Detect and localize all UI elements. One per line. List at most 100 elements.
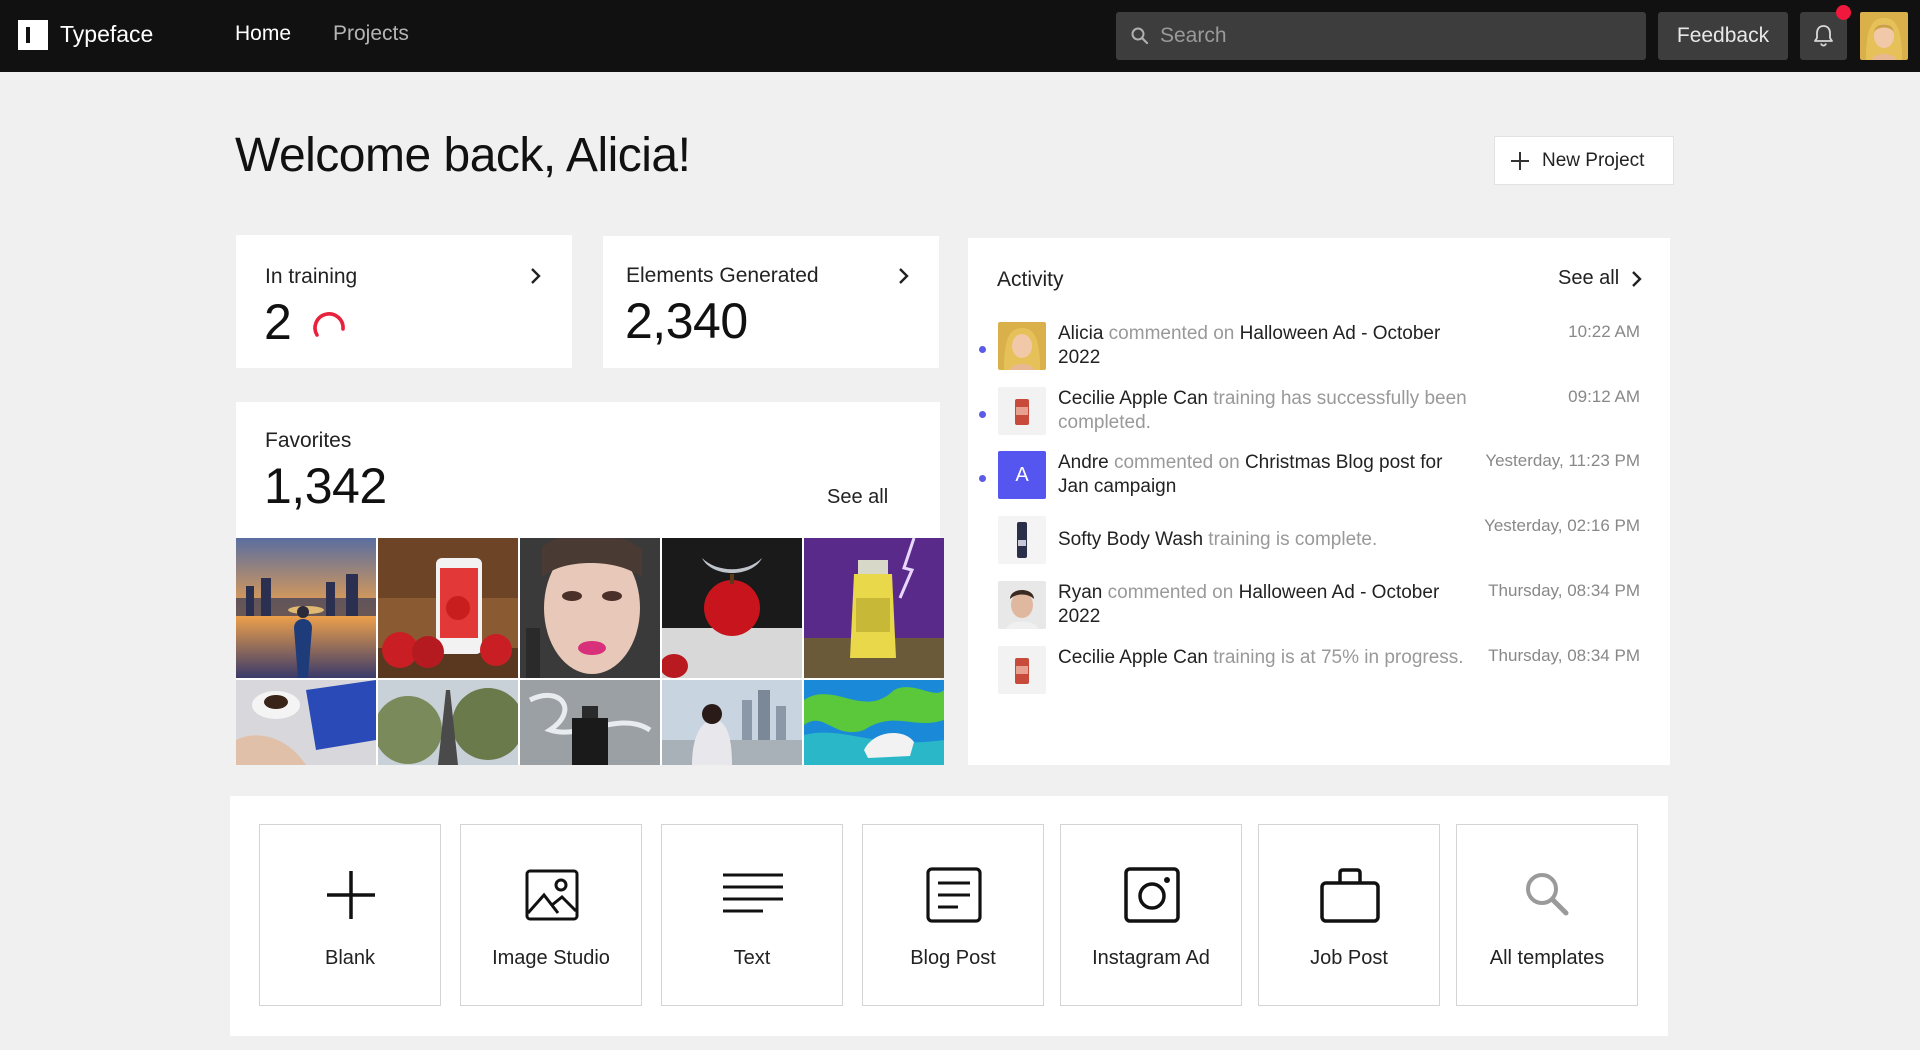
template-label: Blank bbox=[324, 947, 376, 969]
image-icon bbox=[525, 869, 579, 921]
favorite-tile-woman-skyline[interactable] bbox=[662, 680, 802, 765]
activity-card: Activity See all Alicia commented on Hal… bbox=[968, 238, 1670, 765]
activity-actor[interactable]: Softy Body Wash bbox=[1058, 529, 1203, 550]
elements-generated-count: 2,340 bbox=[625, 293, 748, 349]
activity-time: Yesterday, 02:16 PM bbox=[1484, 516, 1640, 535]
activity-item[interactable]: Alicia commented on Halloween Ad - Octob… bbox=[968, 322, 1670, 392]
activity-item[interactable]: Cecilie Apple Can training is at 75% in … bbox=[968, 646, 1670, 716]
chevron-right-icon[interactable] bbox=[530, 267, 542, 285]
favorite-tile-apple-soda[interactable] bbox=[378, 538, 518, 678]
activity-item[interactable]: A Andre commented on Christmas Blog post… bbox=[968, 451, 1670, 521]
brand-name[interactable]: Typeface bbox=[60, 21, 153, 48]
activity-item[interactable]: Cecilie Apple Can training has successfu… bbox=[968, 387, 1670, 457]
template-image-studio[interactable]: Image Studio bbox=[460, 824, 642, 1006]
activity-text: Cecilie Apple Can training has successfu… bbox=[1058, 387, 1468, 435]
activity-verb: training is complete. bbox=[1203, 529, 1378, 550]
activity-item[interactable]: Ryan commented on Halloween Ad - October… bbox=[968, 581, 1670, 651]
document-icon bbox=[926, 867, 982, 923]
text-lines-icon bbox=[723, 873, 783, 913]
feedback-button[interactable]: Feedback bbox=[1658, 12, 1788, 60]
favorites-grid bbox=[236, 538, 944, 765]
template-label: Instagram Ad bbox=[1092, 947, 1210, 969]
in-training-count: 2 bbox=[264, 294, 292, 350]
favorite-tile-apple-splash[interactable] bbox=[662, 538, 802, 678]
plus-icon bbox=[1511, 152, 1529, 170]
page-title: Welcome back, Alicia! bbox=[235, 129, 691, 182]
template-blog-post[interactable]: Blog Post bbox=[862, 824, 1044, 1006]
cecilie-can-thumb bbox=[998, 646, 1046, 694]
new-project-button[interactable]: New Project bbox=[1494, 136, 1674, 185]
unread-indicator bbox=[979, 475, 986, 482]
activity-actor[interactable]: Alicia bbox=[1058, 323, 1103, 344]
search-box[interactable] bbox=[1116, 12, 1646, 60]
activity-text: Softy Body Wash training is complete. bbox=[1058, 528, 1468, 552]
activity-item[interactable]: Softy Body Wash training is complete. Ye… bbox=[968, 516, 1670, 586]
chevron-right-icon[interactable] bbox=[898, 267, 910, 285]
activity-time: Thursday, 08:34 PM bbox=[1488, 646, 1640, 665]
training-spinner-icon bbox=[313, 312, 345, 337]
instagram-icon bbox=[1124, 867, 1180, 923]
letter-a-avatar: A bbox=[998, 451, 1046, 499]
activity-text: Alicia commented on Halloween Ad - Octob… bbox=[1058, 322, 1468, 370]
favorite-tile-paint-splash[interactable] bbox=[804, 680, 944, 765]
favorites-label: Favorites bbox=[265, 429, 352, 452]
activity-time: Yesterday, 11:23 PM bbox=[1485, 451, 1640, 470]
template-instagram-ad[interactable]: Instagram Ad bbox=[1060, 824, 1242, 1006]
templates-panel: Blank Image Studio Text Blog Post Instag… bbox=[230, 796, 1668, 1036]
elements-generated-label: Elements Generated bbox=[626, 264, 819, 287]
user-avatar[interactable] bbox=[1860, 12, 1908, 60]
template-label: Job Post bbox=[1310, 947, 1388, 969]
activity-text: Andre commented on Christmas Blog post f… bbox=[1058, 451, 1468, 499]
favorite-tile-yerba-mate[interactable] bbox=[804, 538, 944, 678]
favorite-tile-laptop-coffee[interactable] bbox=[236, 680, 376, 765]
briefcase-icon bbox=[1320, 868, 1380, 923]
activity-see-all-link[interactable]: See all bbox=[1558, 267, 1619, 290]
activity-actor[interactable]: Andre bbox=[1058, 452, 1109, 473]
favorite-tile-city-sunset[interactable] bbox=[236, 538, 376, 678]
in-training-card[interactable]: In training 2 bbox=[236, 235, 572, 368]
favorites-see-all-link[interactable]: See all bbox=[827, 486, 888, 509]
typeface-logo[interactable] bbox=[18, 20, 48, 50]
favorite-tile-eiffel-tower[interactable] bbox=[378, 680, 518, 765]
template-job-post[interactable]: Job Post bbox=[1258, 824, 1440, 1006]
search-icon bbox=[1131, 27, 1149, 45]
activity-time: 09:12 AM bbox=[1568, 387, 1640, 406]
top-navigation-bar: Typeface Home Projects Feedback bbox=[0, 0, 1920, 72]
activity-verb: commented on bbox=[1102, 582, 1239, 603]
template-label: All templates bbox=[1489, 947, 1605, 969]
activity-verb: commented on bbox=[1103, 323, 1240, 344]
notification-badge bbox=[1836, 5, 1851, 20]
activity-verb: training is at 75% in progress. bbox=[1207, 647, 1464, 668]
activity-actor[interactable]: Cecilie Apple Can bbox=[1058, 647, 1208, 668]
activity-actor[interactable]: Ryan bbox=[1058, 582, 1102, 603]
template-all-templates[interactable]: All templates bbox=[1456, 824, 1638, 1006]
activity-text: Ryan commented on Halloween Ad - October… bbox=[1058, 581, 1468, 629]
nav-home-link[interactable]: Home bbox=[235, 22, 291, 46]
alicia-avatar bbox=[998, 322, 1046, 370]
nav-projects-link[interactable]: Projects bbox=[333, 22, 409, 46]
new-project-label: New Project bbox=[1542, 150, 1645, 171]
search-icon bbox=[1526, 873, 1569, 916]
template-label: Text bbox=[733, 947, 771, 969]
avatar-letter: A bbox=[1015, 464, 1029, 486]
template-text[interactable]: Text bbox=[661, 824, 843, 1006]
search-input[interactable] bbox=[1160, 12, 1630, 60]
body-wash-thumb bbox=[998, 516, 1046, 564]
favorite-tile-perfume-splash[interactable] bbox=[520, 680, 660, 765]
unread-indicator bbox=[979, 411, 986, 418]
favorite-tile-woman-face[interactable] bbox=[520, 538, 660, 678]
favorites-count: 1,342 bbox=[264, 458, 387, 514]
in-training-label: In training bbox=[265, 265, 358, 288]
elements-generated-card[interactable]: Elements Generated 2,340 bbox=[603, 236, 939, 368]
template-blank[interactable]: Blank bbox=[259, 824, 441, 1006]
ryan-avatar bbox=[998, 581, 1046, 629]
activity-time: 10:22 AM bbox=[1568, 322, 1640, 341]
activity-text: Cecilie Apple Can training is at 75% in … bbox=[1058, 646, 1468, 670]
unread-indicator bbox=[979, 346, 986, 353]
plus-icon bbox=[327, 871, 375, 919]
activity-verb: commented on bbox=[1108, 452, 1245, 473]
template-label: Image Studio bbox=[492, 947, 610, 969]
chevron-right-icon[interactable] bbox=[1631, 270, 1643, 288]
activity-actor[interactable]: Cecilie Apple Can bbox=[1058, 388, 1208, 409]
template-label: Blog Post bbox=[910, 947, 996, 969]
